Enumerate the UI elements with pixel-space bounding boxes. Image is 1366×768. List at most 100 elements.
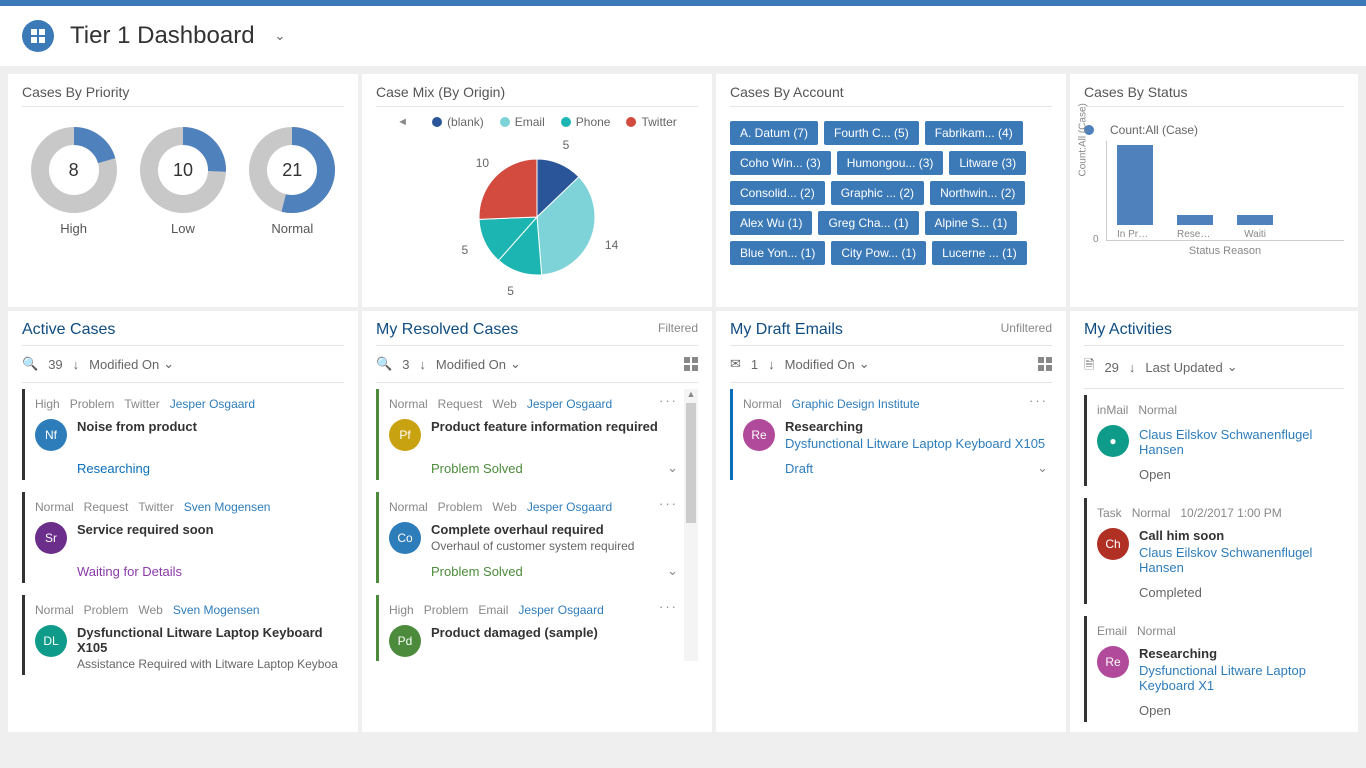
account-tag[interactable]: Greg Cha... (1) [818, 211, 918, 235]
filter-icon[interactable]: 🔍 [22, 356, 38, 372]
sort-direction-icon[interactable]: ↓ [73, 357, 80, 372]
list-item[interactable]: ··· NormalGraphic Design Institute Re Re… [730, 389, 1052, 480]
activity-icon[interactable]: 🗎 [1084, 356, 1094, 378]
sort-field[interactable]: Modified On ⌄ [785, 356, 870, 372]
account-tag[interactable]: Graphic ... (2) [831, 181, 924, 205]
item-meta: NormalRequestTwitterSven Mogensen [35, 500, 340, 514]
item-title: Researching [1139, 646, 1340, 661]
scroll-up-icon[interactable]: ▲ [684, 389, 698, 399]
expand-icon[interactable]: ⌄ [667, 563, 678, 579]
expand-icon[interactable]: ⌄ [1037, 460, 1048, 476]
list-item[interactable]: EmailNormal Re ResearchingDysfunctional … [1084, 616, 1344, 722]
item-link[interactable]: Claus Eilskov Schwanenflugel Hansen [1139, 545, 1340, 575]
item-link[interactable]: Claus Eilskov Schwanenflugel Hansen [1139, 427, 1340, 457]
sort-field[interactable]: Modified On ⌄ [436, 356, 521, 372]
dashboard-selector-chevron-icon[interactable]: ⌄ [275, 28, 286, 44]
list-title[interactable]: Active Cases [22, 321, 344, 345]
account-tag[interactable]: Coho Win... (3) [730, 151, 831, 175]
account-tag[interactable]: City Pow... (1) [831, 241, 926, 265]
mail-icon[interactable]: ✉ [730, 356, 741, 372]
owner-link[interactable]: Jesper Osgaard [518, 603, 603, 617]
legend-item[interactable]: Twitter [626, 115, 676, 129]
list-item[interactable]: NormalProblemWebSven Mogensen DL Dysfunc… [22, 595, 344, 675]
donut-normal[interactable]: 21Normal [247, 125, 337, 236]
x-axis-label: Status Reason [1106, 245, 1344, 257]
list-item[interactable]: ··· NormalProblemWebJesper Osgaard Co Co… [376, 492, 682, 583]
owner-link[interactable]: Jesper Osgaard [170, 397, 255, 411]
list-title[interactable]: My Resolved CasesFiltered [376, 321, 698, 345]
list-controls: 🔍 3 ↓ Modified On ⌄ [376, 345, 698, 383]
sort-direction-icon[interactable]: ↓ [419, 357, 426, 372]
expand-icon[interactable]: ⌄ [667, 460, 678, 476]
owner-link[interactable]: Jesper Osgaard [527, 500, 612, 514]
more-icon[interactable]: ··· [659, 599, 678, 614]
filter-icon[interactable]: 🔍 [376, 356, 392, 372]
cases-by-priority-card: Cases By Priority 8High10Low21Normal [8, 74, 358, 307]
chevron-down-icon: ⌄ [1227, 359, 1238, 375]
y-tick: 0 [1093, 234, 1099, 245]
avatar: Pd [389, 625, 421, 657]
account-tag[interactable]: Fabrikam... (4) [925, 121, 1023, 145]
legend-item[interactable]: Email [500, 115, 545, 129]
status-bar[interactable]: Researc... [1177, 215, 1213, 240]
item-title: Dysfunctional Litware Laptop Keyboard X1… [77, 625, 340, 655]
cases-by-status-card: Cases By Status Count:All (Case) Count:A… [1070, 74, 1358, 307]
scrollbar-thumb[interactable] [686, 403, 696, 523]
donut-high[interactable]: 8High [29, 125, 119, 236]
item-link[interactable]: Dysfunctional Litware Laptop Keyboard X1… [785, 436, 1048, 451]
more-icon[interactable]: ··· [1029, 393, 1048, 408]
item-title: Noise from product [77, 419, 340, 434]
list-item[interactable]: NormalRequestTwitterSven Mogensen Sr Ser… [22, 492, 344, 583]
sort-field[interactable]: Last Updated ⌄ [1145, 359, 1237, 375]
item-status: Draft [785, 461, 1048, 476]
owner-link[interactable]: Sven Mogensen [184, 500, 271, 514]
item-meta: EmailNormal [1097, 624, 1340, 638]
owner-link[interactable]: Jesper Osgaard [527, 397, 612, 411]
account-tag[interactable]: Litware (3) [949, 151, 1026, 175]
view-toggle-icon[interactable] [684, 357, 698, 371]
owner-link[interactable]: Graphic Design Institute [792, 397, 920, 411]
donut-low[interactable]: 10Low [138, 125, 228, 236]
account-tag[interactable]: Northwin... (2) [930, 181, 1025, 205]
list-item[interactable]: inMailNormal ● Claus Eilskov Schwanenflu… [1084, 395, 1344, 486]
list-controls: 🗎 29 ↓ Last Updated ⌄ [1084, 345, 1344, 389]
avatar: Ch [1097, 528, 1129, 560]
item-title: Service required soon [77, 522, 340, 537]
account-tag[interactable]: Lucerne ... (1) [932, 241, 1027, 265]
owner-link[interactable]: Sven Mogensen [173, 603, 260, 617]
legend-item[interactable]: (blank) [432, 115, 484, 129]
sort-direction-icon[interactable]: ↓ [1129, 360, 1136, 375]
list-title[interactable]: My Activities [1084, 321, 1344, 345]
account-tag[interactable]: Humongou... (3) [837, 151, 944, 175]
account-tag[interactable]: Blue Yon... (1) [730, 241, 825, 265]
filter-state[interactable]: Unfiltered [1001, 321, 1052, 335]
list-item[interactable]: TaskNormal10/2/2017 1:00 PM Ch Call him … [1084, 498, 1344, 604]
pie-chart[interactable]: 5145510 [457, 137, 617, 297]
legend-item[interactable]: Phone [561, 115, 611, 129]
status-bar[interactable]: Waiti [1237, 215, 1273, 240]
sort-field[interactable]: Modified On ⌄ [89, 356, 174, 372]
list-title[interactable]: My Draft EmailsUnfiltered [730, 321, 1052, 345]
account-tag[interactable]: A. Datum (7) [730, 121, 818, 145]
list-item[interactable]: HighProblemTwitterJesper Osgaard Nf Nois… [22, 389, 344, 480]
page-header: Tier 1 Dashboard ⌄ [0, 6, 1366, 66]
status-bar[interactable]: In Progr... [1117, 145, 1153, 240]
account-tag[interactable]: Alpine S... (1) [925, 211, 1018, 235]
account-tag[interactable]: Fourth C... (5) [824, 121, 919, 145]
filter-state[interactable]: Filtered [658, 321, 698, 335]
account-tag[interactable]: Consolid... (2) [730, 181, 825, 205]
avatar: DL [35, 625, 67, 657]
list-item[interactable]: ··· HighProblemEmailJesper Osgaard Pd Pr… [376, 595, 682, 661]
item-title: Researching [785, 419, 1048, 434]
more-icon[interactable]: ··· [659, 496, 678, 511]
more-icon[interactable]: ··· [659, 393, 678, 408]
pie-back-icon[interactable]: ◄ [397, 116, 408, 128]
scrollbar[interactable]: ▲ [684, 389, 698, 661]
item-link[interactable]: Dysfunctional Litware Laptop Keyboard X1 [1139, 663, 1340, 693]
view-toggle-icon[interactable] [1038, 357, 1052, 371]
sort-direction-icon[interactable]: ↓ [768, 357, 775, 372]
list-item[interactable]: ··· NormalRequestWebJesper Osgaard Pf Pr… [376, 389, 682, 480]
record-count: 1 [751, 357, 758, 372]
account-tag[interactable]: Alex Wu (1) [730, 211, 812, 235]
item-status: Waiting for Details [77, 564, 340, 579]
